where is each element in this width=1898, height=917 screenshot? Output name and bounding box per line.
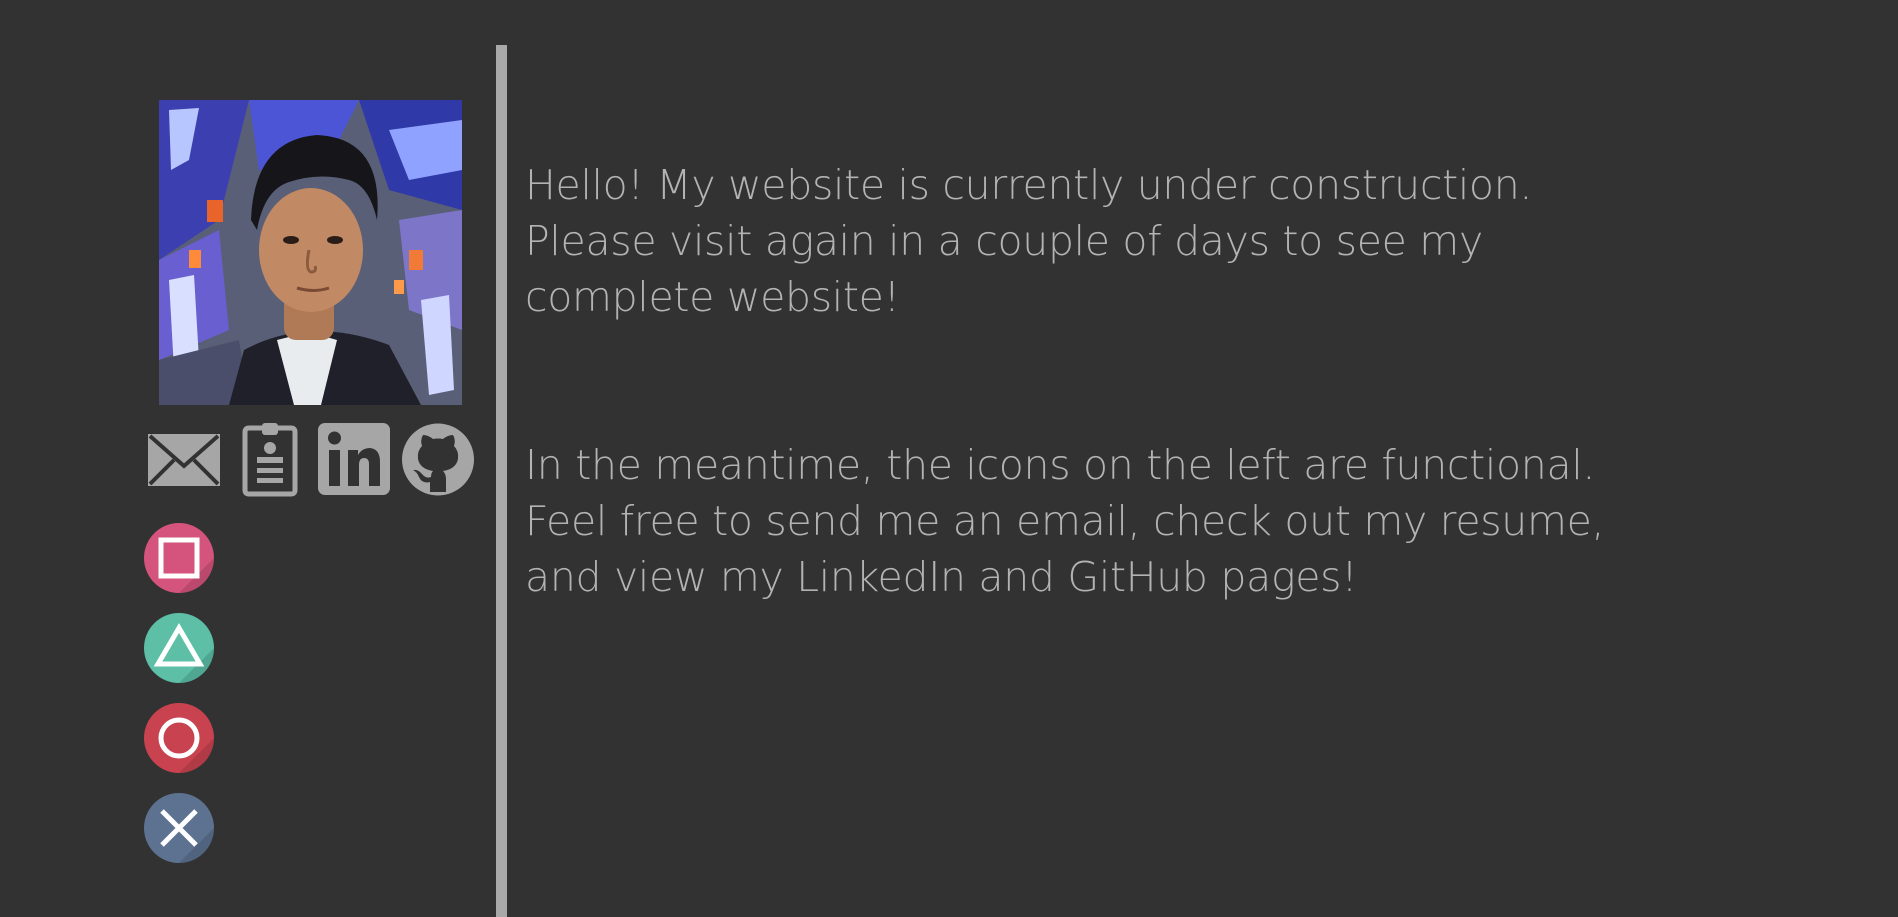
vertical-divider bbox=[496, 45, 507, 917]
circle-icon bbox=[158, 717, 214, 773]
email-link[interactable] bbox=[146, 422, 222, 497]
circle-button[interactable] bbox=[144, 703, 214, 773]
triangle-icon bbox=[153, 623, 214, 683]
avatar bbox=[159, 100, 462, 405]
mail-icon bbox=[148, 434, 220, 486]
square-button[interactable] bbox=[144, 523, 214, 593]
triangle-button[interactable] bbox=[144, 613, 214, 683]
github-link[interactable] bbox=[400, 422, 476, 497]
message-paragraph-intro: Hello! My website is currently under con… bbox=[525, 161, 1533, 321]
cross-icon bbox=[160, 809, 214, 863]
linkedin-icon bbox=[318, 423, 390, 495]
cross-button[interactable] bbox=[144, 793, 214, 863]
construction-message: Hello! My website is currently under con… bbox=[525, 101, 1815, 717]
square-icon bbox=[158, 537, 214, 593]
linkedin-link[interactable] bbox=[317, 422, 391, 497]
message-paragraph-links: In the meantime, the icons on the left a… bbox=[525, 441, 1605, 601]
github-icon bbox=[402, 423, 474, 496]
resume-link[interactable] bbox=[241, 422, 299, 497]
resume-document-icon bbox=[242, 423, 298, 497]
